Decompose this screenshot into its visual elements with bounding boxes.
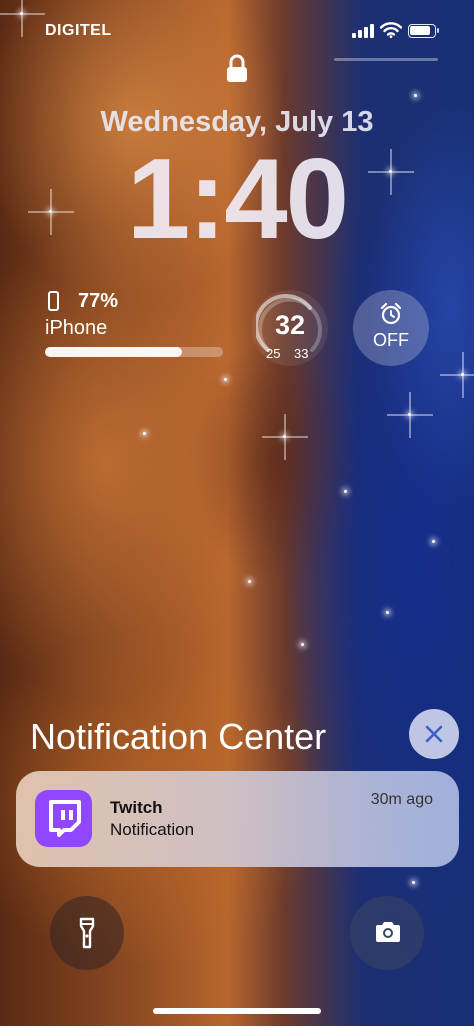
star-decoration: [224, 378, 227, 381]
battery-percent: 77%: [78, 290, 119, 312]
battery-widget[interactable]: 77% iPhone: [45, 290, 225, 360]
battery-level-fill: [410, 26, 430, 35]
battery-icon: [408, 24, 436, 38]
notification-center-title: Notification Center: [30, 716, 327, 757]
close-notifications-button[interactable]: [409, 709, 459, 759]
star-decoration: [414, 94, 417, 97]
carrier-name: DIGITEL: [45, 22, 112, 39]
battery-device-name: iPhone: [45, 317, 108, 339]
star-decoration: [432, 540, 435, 543]
notification-time: 30m ago: [370, 791, 433, 808]
current-temperature: 32: [274, 310, 306, 340]
weather-widget[interactable]: 32 25 33: [252, 290, 328, 366]
wifi-icon: [380, 22, 402, 38]
star-decoration: [143, 432, 146, 435]
alarm-clock-icon: [380, 302, 402, 325]
battery-progress-fill: [45, 347, 183, 357]
home-indicator[interactable]: [153, 1008, 321, 1014]
alarm-widget[interactable]: OFF: [353, 290, 429, 366]
star-decoration: [344, 490, 347, 493]
star-decoration: [248, 580, 251, 583]
low-temperature: 25: [266, 346, 281, 361]
star-decoration: [283, 435, 286, 438]
lock-icon: [227, 54, 247, 82]
lock-screen-date: Wednesday, July 13: [100, 106, 374, 138]
star-decoration: [408, 413, 411, 416]
high-temperature: 33: [294, 346, 309, 361]
star-decoration: [412, 881, 415, 884]
notification-card[interactable]: Twitch Notification 30m ago: [16, 771, 459, 867]
star-decoration: [461, 373, 464, 376]
status-bar: DIGITEL: [0, 0, 474, 61]
star-decoration: [386, 611, 389, 614]
flashlight-button[interactable]: [50, 896, 124, 970]
camera-icon: [376, 922, 400, 942]
flashlight-icon: [79, 917, 95, 949]
battery-progress-bar: [45, 347, 223, 357]
top-indicator: [334, 58, 438, 61]
notification-body: Notification: [110, 820, 195, 839]
iphone-icon: [48, 291, 59, 311]
star-decoration: [301, 643, 304, 646]
battery-cap: [437, 28, 439, 33]
twitch-icon: [35, 790, 92, 847]
alarm-status-label: OFF: [373, 330, 409, 350]
camera-button[interactable]: [350, 896, 424, 970]
notification-app-name: Twitch: [110, 798, 163, 817]
close-icon: [425, 725, 443, 743]
signal-icon: [352, 24, 374, 38]
lock-screen-time: 1:40: [126, 136, 349, 263]
